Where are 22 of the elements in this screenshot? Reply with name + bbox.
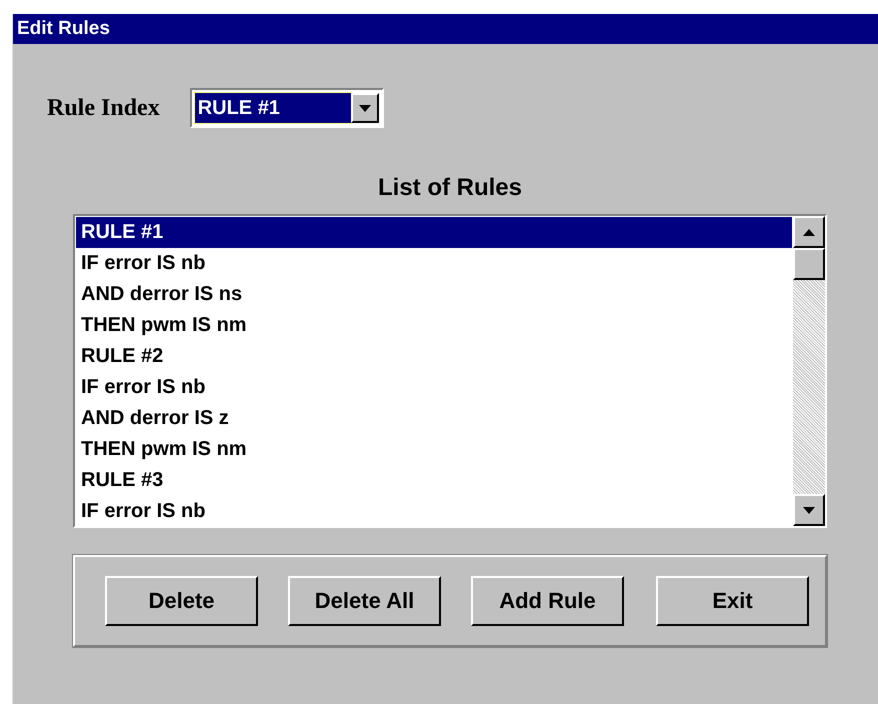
action-button[interactable]: Exit: [656, 576, 809, 626]
rule-list-item[interactable]: THEN pwm IS nm: [76, 310, 792, 341]
scrollbar[interactable]: [793, 216, 825, 526]
action-button[interactable]: Delete: [105, 576, 258, 626]
rule-list-item[interactable]: IF error IS nb: [76, 496, 792, 527]
rule-index-dropdown[interactable]: RULE #1: [190, 88, 384, 128]
rule-list-item[interactable]: RULE #1: [76, 217, 792, 248]
rule-list-item[interactable]: RULE #3: [76, 465, 792, 496]
rule-list-item[interactable]: RULE #2: [76, 341, 792, 372]
scroll-up-icon[interactable]: [793, 216, 825, 248]
window-title: Edit Rules: [13, 14, 878, 44]
action-button[interactable]: Delete All: [288, 576, 441, 626]
rule-list-item[interactable]: AND derror IS ns: [76, 279, 792, 310]
action-button[interactable]: Add Rule: [471, 576, 624, 626]
rule-list-item[interactable]: AND derror IS z: [76, 403, 792, 434]
scroll-thumb[interactable]: [793, 248, 825, 280]
rule-list-item[interactable]: IF error IS nb: [76, 372, 792, 403]
rule-index-label: Rule Index: [47, 94, 160, 122]
list-heading: List of Rules: [376, 174, 523, 203]
rule-list-item[interactable]: THEN pwm IS nm: [76, 434, 792, 465]
scroll-down-icon[interactable]: [793, 494, 825, 526]
rule-list-item[interactable]: IF error IS nb: [76, 248, 792, 279]
